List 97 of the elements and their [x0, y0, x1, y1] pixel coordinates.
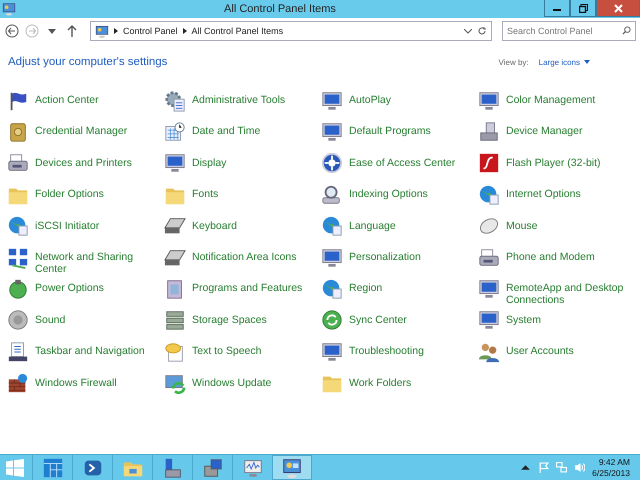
caret-icon: [584, 60, 590, 64]
speech-bubble-icon: [164, 340, 186, 363]
control-panel-item[interactable]: Sound: [7, 304, 159, 336]
control-panel-item[interactable]: Display: [164, 148, 316, 180]
control-panel-item[interactable]: Action Center: [7, 85, 159, 116]
address-bar[interactable]: Control Panel All Control Panel Items: [90, 21, 492, 41]
breadcrumb[interactable]: All Control Panel Items: [192, 26, 284, 36]
view-by-label: View by:: [498, 58, 529, 66]
globe-icon: [7, 215, 29, 238]
monitor-icon: [478, 90, 500, 112]
restore-icon: [578, 4, 588, 12]
flash-icon: [478, 152, 500, 174]
globe-icon: [321, 278, 343, 300]
window-title: All Control Panel Items: [223, 3, 337, 15]
printer-icon: [478, 246, 500, 269]
minimize-button[interactable]: [544, 0, 570, 17]
computer-icon: [202, 456, 224, 478]
dashboard-icon: [42, 456, 64, 478]
control-panel-item[interactable]: Windows Update: [164, 368, 316, 399]
control-panel-icon: [281, 456, 303, 478]
monitor-icon: [478, 278, 500, 300]
control-panel-item[interactable]: AutoPlay: [321, 85, 473, 116]
control-panel-item[interactable]: Device Manager: [478, 116, 630, 148]
calendar-icon: [164, 121, 186, 144]
search-field[interactable]: Search Control Panel: [502, 21, 636, 41]
control-panel-item[interactable]: Sync Center: [321, 304, 473, 336]
view-by-dropdown[interactable]: Large icons: [538, 58, 590, 66]
control-panel-item[interactable]: Storage Spaces: [164, 304, 316, 336]
control-panel-item[interactable]: Color Management: [478, 85, 630, 116]
control-panel-item[interactable]: Language: [321, 210, 473, 242]
control-panel-item[interactable]: Date and Time: [164, 116, 316, 148]
monitor-icon: [478, 309, 500, 332]
accessibility-icon: [321, 152, 343, 174]
monitor-icon: [164, 152, 186, 174]
gear-icon: [164, 90, 186, 112]
control-panel-item[interactable]: Ease of Access Center: [321, 148, 473, 180]
control-panel-item[interactable]: Phone and Modem: [478, 242, 630, 274]
back-button[interactable]: [4, 23, 20, 39]
monitor-icon: [321, 121, 343, 144]
control-panel-item[interactable]: User Accounts: [478, 336, 630, 368]
control-panel-icon: [2, 2, 16, 16]
control-panel-item[interactable]: Text to Speech: [164, 336, 316, 368]
search-icon: [622, 26, 631, 35]
document-icon: [7, 340, 29, 363]
control-panel-item[interactable]: Internet Options: [478, 179, 630, 211]
control-panel-item[interactable]: Taskbar and Navigation: [7, 336, 159, 368]
network-icon: [7, 246, 29, 269]
close-icon: [614, 4, 622, 12]
monitor-icon: [321, 246, 343, 269]
globe-icon: [478, 184, 500, 206]
control-panel-item[interactable]: RemoteApp and Desktop Connections: [478, 273, 630, 305]
taskbar-button[interactable]: [272, 455, 312, 480]
control-panel-item[interactable]: iSCSI Initiator: [7, 210, 159, 242]
brick-wall-icon: [7, 372, 29, 394]
control-panel-item[interactable]: Work Folders: [321, 368, 473, 399]
back-icon: [5, 24, 19, 38]
control-panel-item[interactable]: Network and Sharing Center: [7, 242, 159, 274]
control-panel-item[interactable]: Windows Firewall: [7, 368, 159, 399]
chevron-icon: [182, 28, 187, 34]
control-panel-item[interactable]: Troubleshooting: [321, 336, 473, 368]
globe-icon: [321, 215, 343, 238]
control-panel-item[interactable]: Power Options: [7, 273, 159, 305]
control-panel-item[interactable]: Indexing Options: [321, 179, 473, 211]
control-panel-item[interactable]: Mouse: [478, 210, 630, 242]
clock[interactable]: 9:42 AM 6/25/2013: [592, 456, 630, 478]
restore-button[interactable]: [570, 0, 596, 17]
breadcrumb[interactable]: Control Panel: [123, 26, 178, 36]
refresh-icon[interactable]: [477, 26, 487, 36]
page-heading: Adjust your computer's settings: [8, 56, 168, 68]
speaker-icon: [7, 309, 29, 332]
control-panel-item[interactable]: Devices and Printers: [7, 148, 159, 180]
monitor-icon: [321, 340, 343, 363]
chevron-icon: [114, 28, 118, 34]
dropdown-icon[interactable]: [464, 28, 472, 34]
control-panel-item[interactable]: System: [478, 304, 630, 336]
control-panel-item[interactable]: Administrative Tools: [164, 85, 316, 116]
control-panel-icon: [95, 24, 109, 38]
close-button[interactable]: [596, 0, 640, 17]
dropdown-icon: [48, 28, 56, 34]
monitor-icon: [321, 90, 343, 112]
control-panel-item[interactable]: Credential Manager: [7, 116, 159, 148]
control-panel-item[interactable]: Flash Player (32-bit): [478, 148, 630, 180]
control-panel-item[interactable]: Region: [321, 273, 473, 305]
control-panel-item[interactable]: Notification Area Icons: [164, 242, 316, 274]
computer-icon: [478, 121, 500, 144]
control-panel-item[interactable]: Programs and Features: [164, 273, 316, 305]
up-arrow-icon: [67, 25, 77, 37]
control-panel-item[interactable]: Fonts: [164, 179, 316, 211]
update-icon: [164, 372, 186, 394]
safe-icon: [7, 121, 29, 144]
disks-icon: [164, 309, 186, 332]
control-panel-item[interactable]: Folder Options: [7, 179, 159, 211]
control-panel-item[interactable]: Keyboard: [164, 210, 316, 242]
control-panel-item[interactable]: Personalization: [321, 242, 473, 274]
sync-icon: [321, 309, 343, 332]
control-panel-item[interactable]: Default Programs: [321, 116, 473, 148]
forward-icon: [25, 24, 39, 38]
